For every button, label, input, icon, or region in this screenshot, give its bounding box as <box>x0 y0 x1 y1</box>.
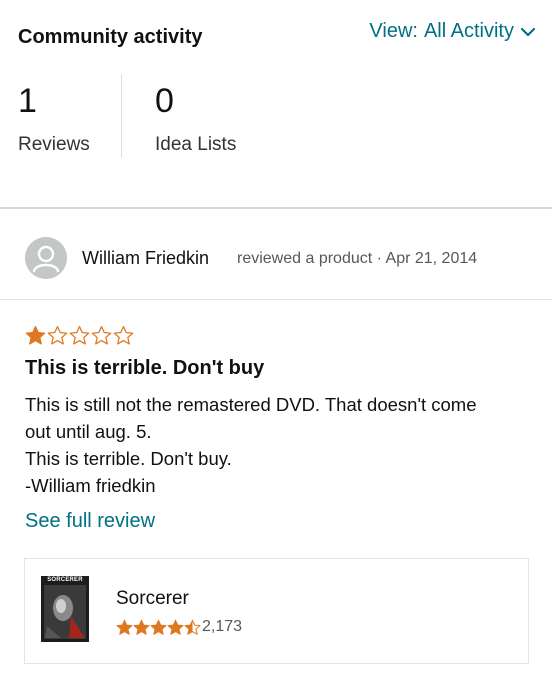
review-body-line: out until aug. 5. <box>25 421 152 442</box>
see-full-review-link[interactable]: See full review <box>25 510 155 533</box>
product-rating-count[interactable]: 2,173 <box>202 618 242 636</box>
review-body-line: This is still not the remastered DVD. Th… <box>25 394 477 415</box>
review-title: This is terrible. Don't buy <box>25 357 265 379</box>
reviews-label[interactable]: Reviews <box>18 134 90 156</box>
activity-divider <box>0 299 552 300</box>
star-filled-icon <box>167 619 184 635</box>
star-empty-icon <box>47 325 68 345</box>
dvd-cover-art <box>41 576 89 642</box>
view-filter-value: All Activity <box>423 20 514 42</box>
product-card[interactable] <box>24 558 529 664</box>
star-filled-icon <box>25 325 46 345</box>
user-icon <box>25 237 67 279</box>
stats-divider <box>121 74 122 158</box>
product-cover-image[interactable]: SORCERER <box>41 576 89 642</box>
avatar[interactable] <box>25 237 67 279</box>
idea-lists-count[interactable]: 0 <box>155 82 174 121</box>
review-star-rating <box>25 325 134 346</box>
star-filled-icon <box>116 619 133 635</box>
review-body-line: -William friedkin <box>25 475 156 496</box>
star-filled-icon <box>150 619 167 635</box>
star-half-icon <box>184 619 201 635</box>
section-divider <box>0 207 552 209</box>
review-body: This is still not the remastered DVD. Th… <box>25 391 535 499</box>
author-name[interactable]: William Friedkin <box>82 248 209 269</box>
view-filter-dropdown[interactable]: View: All Activity <box>369 20 536 43</box>
cover-title: SORCERER <box>47 577 83 583</box>
chevron-down-icon <box>520 27 536 36</box>
idea-lists-label[interactable]: Idea Lists <box>155 134 236 156</box>
star-filled-icon <box>133 619 150 635</box>
star-empty-icon <box>69 325 90 345</box>
product-star-rating[interactable] <box>116 619 201 636</box>
view-filter-label: View: <box>369 20 418 42</box>
star-empty-icon <box>113 325 134 345</box>
star-empty-icon <box>91 325 112 345</box>
product-name[interactable]: Sorcerer <box>116 588 189 610</box>
reviews-count[interactable]: 1 <box>18 82 37 121</box>
activity-meta: reviewed a product · Apr 21, 2014 <box>237 250 478 267</box>
page-title: Community activity <box>18 26 203 48</box>
review-body-line: This is terrible. Don't buy. <box>25 448 232 469</box>
